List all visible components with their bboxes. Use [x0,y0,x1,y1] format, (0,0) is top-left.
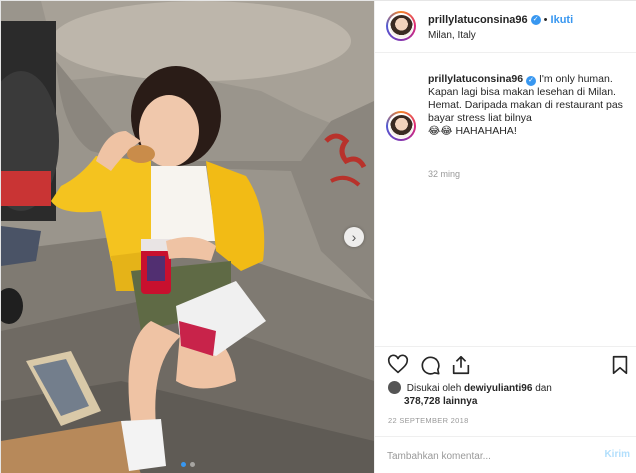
next-photo-button[interactable]: › [344,227,364,247]
likes-suffix[interactable]: lainnya [443,396,477,407]
share-icon[interactable] [450,354,472,376]
caption: prillylatuconsina96 ✓ I'm only human. Ka… [375,53,636,353]
carousel-dot [189,462,195,467]
liker-avatar[interactable] [388,381,401,394]
avatar[interactable] [386,11,416,41]
username-link[interactable]: prillylatuconsina96 [428,14,528,26]
likes-count-link[interactable]: 378,728 [388,396,440,407]
caption-avatar[interactable] [386,111,416,141]
likes-joiner: dan [535,383,552,394]
post-sidebar: prillylatuconsina96 ✓ • Ikuti Milan, Ita… [374,1,636,473]
likes-prefix: Disukai oleh [406,383,462,394]
caption-text: prillylatuconsina96 ✓ I'm only human. Ka… [428,73,631,138]
caption-line-3: HAHAHAHA! [455,125,517,137]
bookmark-icon[interactable] [609,354,631,376]
likes-summary: Disukai oleh dewiyulianti96 dan 378,728 … [388,381,628,408]
photo-illustration [1,1,374,473]
post-comment-button[interactable]: Kirim [604,449,630,460]
post-photo[interactable]: › [1,1,374,473]
heart-icon[interactable] [387,354,409,376]
action-bar [375,346,636,382]
comment-input[interactable] [387,446,587,466]
carousel-dot-active [180,462,186,467]
comment-bar: Kirim [375,436,636,473]
caption-emojis: 😂😂 [428,125,453,137]
header-user: prillylatuconsina96 ✓ • Ikuti [428,14,573,26]
carousel-dots [1,462,374,467]
comment-icon[interactable] [419,354,441,376]
instagram-post: › prillylatuconsina96 ✓ • Ikuti Milan, I… [0,0,636,473]
caption-timestamp[interactable]: 32 ming [428,169,460,179]
follow-button[interactable]: Ikuti [551,14,574,26]
verified-badge-icon: ✓ [526,76,537,86]
liker-username-link[interactable]: dewiyulianti96 [464,383,532,394]
post-date[interactable]: 22 SEPTEMBER 2018 [388,416,469,425]
location-link[interactable]: Milan, Italy [428,30,476,41]
caption-line-1: I'm only human. [538,73,613,85]
verified-badge-icon: ✓ [530,15,541,25]
separator-dot: • [543,14,548,26]
caption-username-link[interactable]: prillylatuconsina96 [428,73,523,85]
post-header: prillylatuconsina96 ✓ • Ikuti Milan, Ita… [375,1,636,53]
caption-line-2: Kapan lagi bisa makan lesehan di Milan. … [428,86,623,124]
